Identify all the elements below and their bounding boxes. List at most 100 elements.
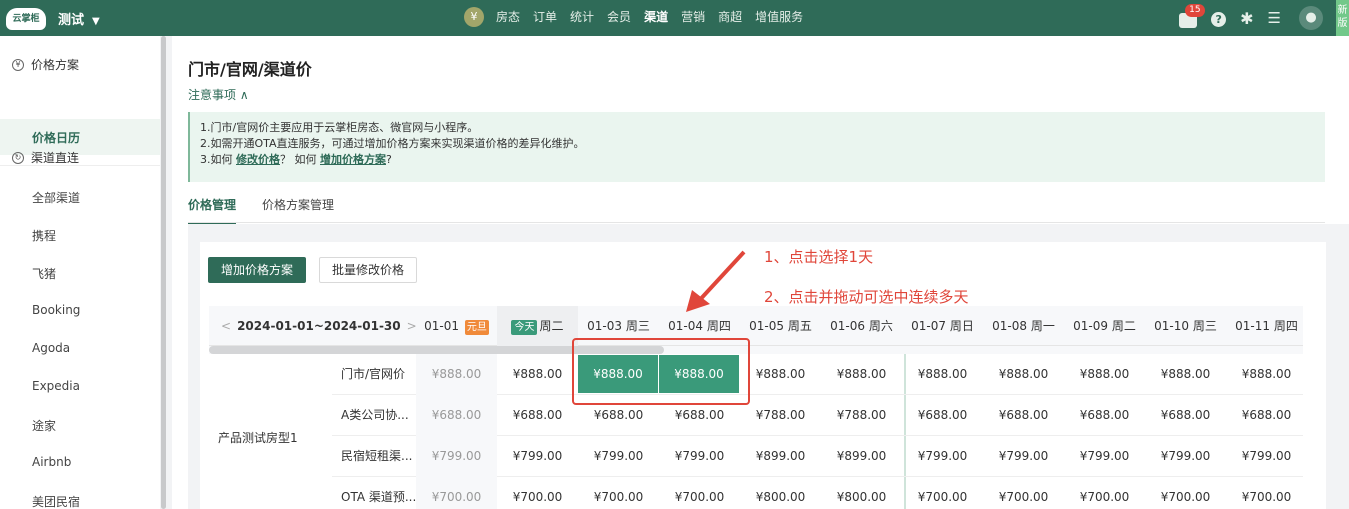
price-cell[interactable]: ¥688.00 <box>1145 395 1226 436</box>
weekday-label: 周三 <box>625 319 650 333</box>
refresh-circle-icon: ↻ <box>12 151 24 164</box>
store-selector[interactable]: 测试 ▼ <box>58 9 100 28</box>
sidebar-group-label: 价格方案 <box>31 58 80 72</box>
price-cell[interactable]: ¥799.00 <box>416 436 497 477</box>
price-cell[interactable]: ¥788.00 <box>740 395 821 436</box>
sidebar-item-meituan[interactable]: 美团民宿 <box>32 493 80 509</box>
price-cell[interactable]: ¥788.00 <box>821 395 902 436</box>
sidebar-item-all-channels[interactable]: 全部渠道 <box>32 189 80 206</box>
price-cell[interactable]: ¥888.00 <box>1226 354 1303 395</box>
price-cell[interactable]: ¥700.00 <box>983 477 1064 509</box>
date-header-0109: 01-09 周二 <box>1064 306 1145 346</box>
tab-price-management[interactable]: 价格管理 <box>188 196 237 225</box>
sidebar-group-channel-direct[interactable]: ↻ 渠道直连 <box>12 149 79 166</box>
nav-stats[interactable]: 统计 <box>570 7 594 27</box>
price-cell[interactable]: ¥888.00 <box>1064 354 1145 395</box>
date-header-0110: 01-10 周三 <box>1145 306 1226 346</box>
sidebar-group-price-plan[interactable]: ¥ 价格方案 <box>12 56 79 73</box>
arrow-pointer <box>686 250 746 312</box>
price-cell[interactable]: ¥700.00 <box>1145 477 1226 509</box>
nav-members[interactable]: 会员 <box>607 7 631 27</box>
price-cell[interactable]: ¥800.00 <box>740 477 821 509</box>
price-cell[interactable]: ¥799.00 <box>902 436 983 477</box>
price-cell[interactable]: ¥688.00 <box>983 395 1064 436</box>
price-cell[interactable]: ¥799.00 <box>1064 436 1145 477</box>
sidebar-item-ctrip[interactable]: 携程 <box>32 227 56 244</box>
price-plan-label[interactable]: A类公司协... <box>341 395 416 436</box>
price-cell[interactable]: ¥700.00 <box>1064 477 1145 509</box>
nav-marketing[interactable]: 营销 <box>681 7 705 27</box>
nav-mall[interactable]: 商超 <box>718 7 742 27</box>
date-label: 01-08 <box>992 319 1028 333</box>
price-cell[interactable]: ¥799.00 <box>497 436 578 477</box>
sidebar-item-tujia[interactable]: 途家 <box>32 417 56 434</box>
price-cell[interactable]: ¥888.00 <box>821 354 902 395</box>
help-icon[interactable]: ? <box>1211 12 1227 27</box>
price-cell[interactable]: ¥688.00 <box>1064 395 1145 436</box>
add-plan-link[interactable]: 增加价格方案 <box>320 153 386 166</box>
sidebar-item-expedia[interactable]: Expedia <box>32 379 80 393</box>
price-cell[interactable]: ¥700.00 <box>497 477 578 509</box>
price-plan-label[interactable]: 民宿短租渠... <box>341 436 416 477</box>
price-cell[interactable]: ¥888.00 <box>1145 354 1226 395</box>
price-cell[interactable]: ¥799.00 <box>1226 436 1303 477</box>
notice-text: 3.如何 <box>200 153 236 166</box>
nav-value-added[interactable]: 增值服务 <box>755 7 803 27</box>
price-row: A类公司协... ¥688.00 ¥688.00 ¥688.00 ¥688.00 ¥788… <box>332 395 1303 436</box>
price-cell[interactable]: ¥799.00 <box>578 436 659 477</box>
edit-price-link[interactable]: 修改价格 <box>236 153 280 166</box>
price-cell[interactable]: ¥700.00 <box>416 477 497 509</box>
sidebar-scrollbar[interactable] <box>161 36 166 509</box>
add-plan-button[interactable]: 增加价格方案 <box>208 257 306 283</box>
date-header-0108: 01-08 周一 <box>983 306 1064 346</box>
weekday-label: 周二 <box>539 319 564 333</box>
price-cell[interactable]: ¥688.00 <box>497 395 578 436</box>
message-badge: 15 <box>1185 4 1205 17</box>
tab-plan-management[interactable]: 价格方案管理 <box>262 196 334 225</box>
notice-toggle[interactable]: 注意事项 ∧ <box>188 86 249 103</box>
sidebar-item-airbnb[interactable]: Airbnb <box>32 455 71 469</box>
nav-orders[interactable]: 订单 <box>533 7 557 27</box>
price-cell[interactable]: ¥899.00 <box>740 436 821 477</box>
tabs: 价格管理 价格方案管理 <box>188 196 360 225</box>
price-cell[interactable]: ¥800.00 <box>821 477 902 509</box>
price-plan-label[interactable]: 门市/官网价 <box>341 354 416 395</box>
price-cell[interactable]: ¥899.00 <box>821 436 902 477</box>
date-label: 01-06 <box>830 319 866 333</box>
message-icon[interactable]: 15 <box>1179 4 1205 28</box>
batch-edit-button[interactable]: 批量修改价格 <box>319 257 417 283</box>
date-range: <2024-01-01~2024-01-30 > <box>215 319 423 333</box>
sidebar-item-agoda[interactable]: Agoda <box>32 341 70 355</box>
menu-icon[interactable]: ☰ <box>1268 9 1281 27</box>
notice-line-2: 2.如需开通OTA直连服务，可通过增加价格方案来实现渠道价格的差异化维护。 <box>200 137 585 150</box>
yuan-icon[interactable]: ¥ <box>464 7 484 27</box>
price-cell[interactable]: ¥888.00 <box>983 354 1064 395</box>
price-cell[interactable]: ¥700.00 <box>1226 477 1303 509</box>
weekday-label: 周六 <box>868 319 893 333</box>
sidebar-item-booking[interactable]: Booking <box>32 303 80 317</box>
price-plan-label[interactable]: OTA 渠道预... <box>341 477 416 509</box>
price-cell[interactable]: ¥700.00 <box>578 477 659 509</box>
sidebar: ¥ 价格方案 价格日历 ↻ 渠道直连 全部渠道 携程 飞猪 Booking Agod… <box>0 36 160 509</box>
nav-room-status[interactable]: 房态 <box>496 7 520 27</box>
price-cell[interactable]: ¥700.00 <box>902 477 983 509</box>
nav-channels[interactable]: 渠道 <box>644 7 668 27</box>
price-cell[interactable]: ¥688.00 <box>416 395 497 436</box>
new-version-tag[interactable]: 新版 <box>1336 0 1349 36</box>
chevron-left-icon[interactable]: < <box>221 319 231 333</box>
price-cell[interactable]: ¥888.00 <box>740 354 821 395</box>
gear-icon[interactable]: ✱ <box>1240 9 1253 28</box>
price-cell[interactable]: ¥688.00 <box>902 395 983 436</box>
date-label: 01-04 <box>668 319 704 333</box>
price-cell[interactable]: ¥799.00 <box>983 436 1064 477</box>
avatar-icon[interactable]: ● <box>1299 6 1323 30</box>
price-cell[interactable]: ¥888.00 <box>902 354 983 395</box>
sidebar-item-fliggy[interactable]: 飞猪 <box>32 265 56 282</box>
price-cell[interactable]: ¥799.00 <box>1145 436 1226 477</box>
price-cell[interactable]: ¥888.00 <box>497 354 578 395</box>
price-cell[interactable]: ¥688.00 <box>1226 395 1303 436</box>
price-cell[interactable]: ¥700.00 <box>659 477 740 509</box>
price-cell[interactable]: ¥799.00 <box>659 436 740 477</box>
app-logo[interactable]: 云掌柜 <box>6 8 46 30</box>
price-cell[interactable]: ¥888.00 <box>416 354 497 395</box>
